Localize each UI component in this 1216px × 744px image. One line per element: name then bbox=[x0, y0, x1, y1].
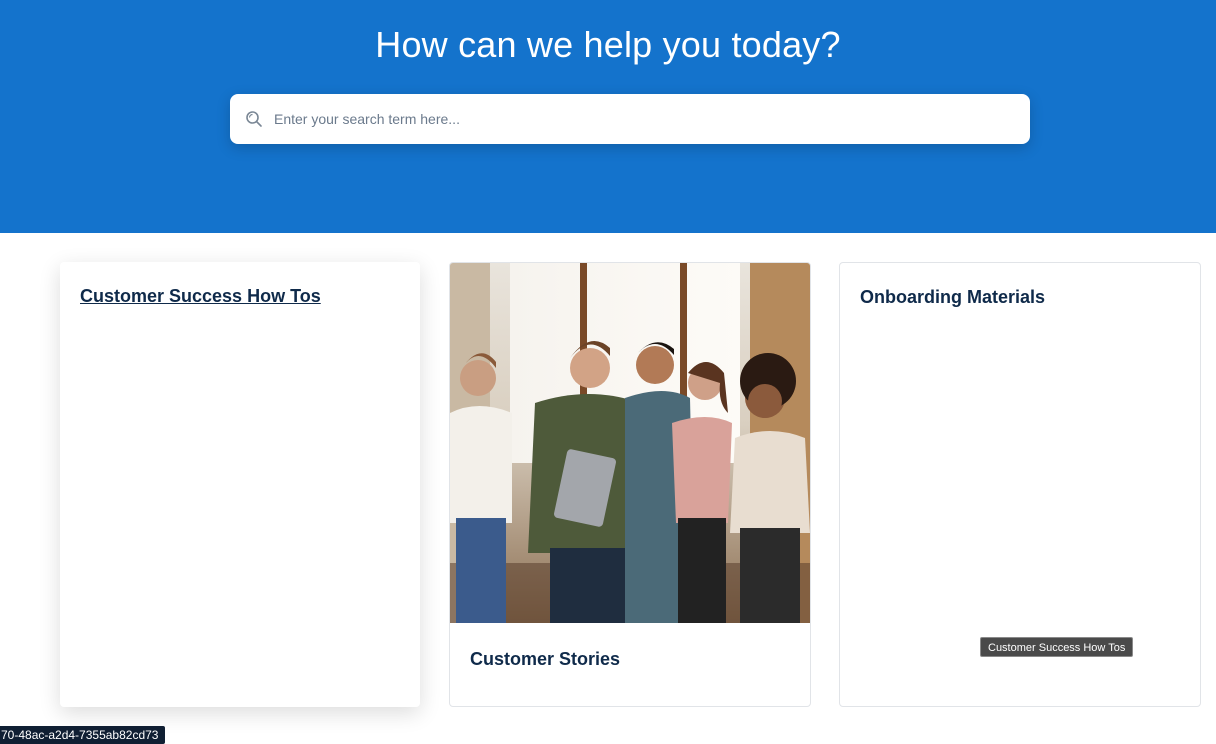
card-title[interactable]: Customer Stories bbox=[470, 649, 620, 670]
card-title-link[interactable]: Customer Success How Tos bbox=[80, 286, 321, 307]
hero-banner: How can we help you today? bbox=[0, 0, 1216, 233]
card-title[interactable]: Onboarding Materials bbox=[860, 287, 1045, 308]
category-card-customer-success[interactable]: Customer Success How Tos bbox=[60, 262, 420, 707]
card-image bbox=[450, 263, 810, 623]
search-box[interactable] bbox=[230, 94, 1030, 144]
search-input[interactable] bbox=[274, 94, 1014, 144]
id-badge: 70-48ac-a2d4-7355ab82cd73 bbox=[0, 726, 166, 744]
link-tooltip: Customer Success How Tos bbox=[980, 637, 1134, 657]
search-icon bbox=[245, 110, 263, 128]
category-card-customer-stories[interactable]: Customer Stories bbox=[449, 262, 811, 707]
hero-title: How can we help you today? bbox=[375, 24, 841, 65]
